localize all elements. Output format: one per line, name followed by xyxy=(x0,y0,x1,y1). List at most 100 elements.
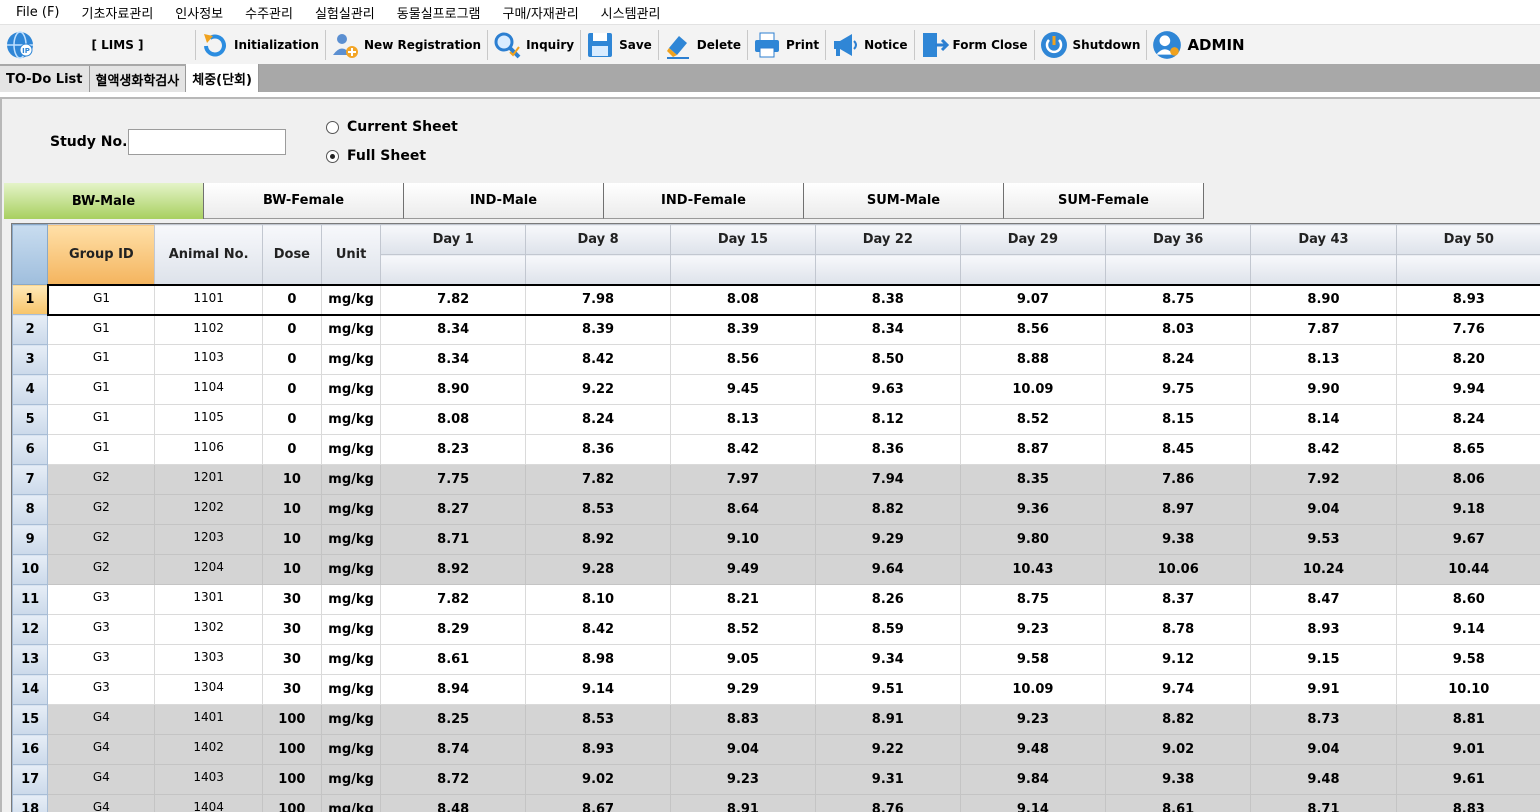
weight-value-cell[interactable]: 8.61 xyxy=(380,644,527,675)
initialization-button[interactable]: Initialization xyxy=(196,25,325,65)
study-no-input[interactable] xyxy=(128,129,286,155)
weight-value-cell[interactable]: 8.78 xyxy=(1105,614,1252,645)
weight-value-cell[interactable]: 8.42 xyxy=(525,614,672,645)
weight-value-cell[interactable]: 8.82 xyxy=(814,494,961,525)
animal-no-cell[interactable]: 1401 xyxy=(154,704,263,735)
weight-value-cell[interactable]: 8.75 xyxy=(959,584,1107,615)
menu-item-purchase[interactable]: 구매/자재관리 xyxy=(503,3,579,22)
row-number-cell[interactable]: 3 xyxy=(12,344,49,375)
form-close-button[interactable]: Form Close xyxy=(915,25,1034,65)
weight-value-cell[interactable]: 8.24 xyxy=(1395,404,1540,435)
weight-value-cell[interactable]: 8.13 xyxy=(670,404,816,435)
weight-value-cell[interactable]: 8.59 xyxy=(814,614,961,645)
weight-value-cell[interactable]: 7.75 xyxy=(380,464,527,495)
weight-value-cell[interactable]: 9.14 xyxy=(525,674,672,705)
header-unit[interactable]: Unit xyxy=(320,224,382,285)
weight-value-cell[interactable]: 9.51 xyxy=(814,674,961,705)
table-row[interactable]: 13 G3 1303 30 mg/kg 8.61 8.98 9.05 9.34 9.58 9.12 9… xyxy=(12,644,1540,675)
animal-no-cell[interactable]: 1301 xyxy=(154,584,263,615)
weight-value-cell[interactable]: 8.24 xyxy=(1105,344,1252,375)
radio-circle-icon[interactable] xyxy=(326,120,339,134)
unit-cell[interactable]: mg/kg xyxy=(320,614,382,645)
table-row[interactable]: 3 G1 1103 0 mg/kg 8.34 8.42 8.56 8.50 8.88 8.24 8.1… xyxy=(12,344,1540,375)
dose-cell[interactable]: 30 xyxy=(261,644,322,675)
weight-value-cell[interactable]: 8.82 xyxy=(1105,704,1252,735)
row-number-cell[interactable]: 2 xyxy=(12,314,49,345)
weight-value-cell[interactable]: 8.39 xyxy=(670,314,816,345)
weight-value-cell[interactable]: 8.14 xyxy=(1250,404,1397,435)
unit-cell[interactable]: mg/kg xyxy=(320,374,382,405)
weight-value-cell[interactable]: 8.56 xyxy=(670,344,816,375)
dose-cell[interactable]: 30 xyxy=(261,674,322,705)
weight-value-cell[interactable]: 8.45 xyxy=(1105,434,1252,465)
weight-value-cell[interactable]: 9.18 xyxy=(1395,494,1540,525)
weight-value-cell[interactable]: 9.23 xyxy=(959,704,1107,735)
weight-value-cell[interactable]: 9.84 xyxy=(959,764,1107,795)
row-number-cell[interactable]: 7 xyxy=(12,464,49,495)
weight-value-cell[interactable]: 8.48 xyxy=(380,794,527,812)
weight-value-cell[interactable]: 8.74 xyxy=(380,734,527,765)
row-number-cell[interactable]: 13 xyxy=(12,644,49,675)
row-number-cell[interactable]: 17 xyxy=(12,764,49,795)
dose-cell[interactable]: 10 xyxy=(261,464,322,495)
row-number-cell[interactable]: 18 xyxy=(12,794,49,812)
weight-value-cell[interactable]: 8.34 xyxy=(380,314,527,345)
weight-value-cell[interactable]: 9.58 xyxy=(959,644,1107,675)
dose-cell[interactable]: 10 xyxy=(261,524,322,555)
weight-value-cell[interactable]: 8.53 xyxy=(525,494,672,525)
header-dose[interactable]: Dose xyxy=(261,224,322,285)
table-row[interactable]: 10 G2 1204 10 mg/kg 8.92 9.28 9.49 9.64 10.43 10.0… xyxy=(12,554,1540,585)
animal-no-cell[interactable]: 1304 xyxy=(154,674,263,705)
animal-no-cell[interactable]: 1303 xyxy=(154,644,263,675)
group-id-cell[interactable]: G1 xyxy=(47,314,156,345)
admin-user-button[interactable]: ADMIN xyxy=(1147,25,1250,65)
menu-item-lab[interactable]: 실험실관리 xyxy=(315,3,375,22)
unit-cell[interactable]: mg/kg xyxy=(320,704,382,735)
weight-value-cell[interactable]: 9.15 xyxy=(1250,644,1397,675)
weight-value-cell[interactable]: 8.25 xyxy=(380,704,527,735)
animal-no-cell[interactable]: 1103 xyxy=(154,344,263,375)
weight-value-cell[interactable]: 7.82 xyxy=(380,283,527,316)
header-day-8[interactable]: Day 8 xyxy=(525,224,672,255)
weight-value-cell[interactable]: 7.92 xyxy=(1250,464,1397,495)
header-day-22[interactable]: Day 22 xyxy=(814,224,961,255)
group-id-cell[interactable]: G3 xyxy=(47,674,156,705)
weight-value-cell[interactable]: 10.09 xyxy=(959,674,1107,705)
header-animal-no[interactable]: Animal No. xyxy=(154,224,263,285)
table-row[interactable]: 1 G1 1101 0 mg/kg 7.82 7.98 8.08 8.38 9.07 8.75 8.9… xyxy=(12,283,1540,316)
table-row[interactable]: 14 G3 1304 30 mg/kg 8.94 9.14 9.29 9.51 10.09 9.74… xyxy=(12,674,1540,705)
weight-value-cell[interactable]: 8.42 xyxy=(525,344,672,375)
row-number-cell[interactable]: 16 xyxy=(12,734,49,765)
full-sheet-radio[interactable]: Full Sheet xyxy=(326,148,426,164)
weight-value-cell[interactable]: 9.04 xyxy=(1250,494,1397,525)
weight-value-cell[interactable]: 8.23 xyxy=(380,434,527,465)
group-id-cell[interactable]: G3 xyxy=(47,644,156,675)
weight-value-cell[interactable]: 10.44 xyxy=(1395,554,1540,585)
weight-value-cell[interactable]: 8.39 xyxy=(525,314,672,345)
row-number-cell[interactable]: 6 xyxy=(12,434,49,465)
tab-ind-female[interactable]: IND-Female xyxy=(604,183,804,219)
weight-value-cell[interactable]: 7.97 xyxy=(670,464,816,495)
weight-value-cell[interactable]: 8.61 xyxy=(1105,794,1252,812)
weight-value-cell[interactable]: 9.53 xyxy=(1250,524,1397,555)
tab-bw-female[interactable]: BW-Female xyxy=(204,183,404,219)
weight-value-cell[interactable]: 8.21 xyxy=(670,584,816,615)
weight-value-cell[interactable]: 7.86 xyxy=(1105,464,1252,495)
weight-value-cell[interactable]: 8.52 xyxy=(670,614,816,645)
weight-value-cell[interactable]: 8.88 xyxy=(959,344,1107,375)
dose-cell[interactable]: 0 xyxy=(261,314,322,345)
table-row[interactable]: 6 G1 1106 0 mg/kg 8.23 8.36 8.42 8.36 8.87 8.45 8.4… xyxy=(12,434,1540,465)
table-row[interactable]: 16 G4 1402 100 mg/kg 8.74 8.93 9.04 9.22 9.48 9.02… xyxy=(12,734,1540,765)
unit-cell[interactable]: mg/kg xyxy=(320,494,382,525)
table-row[interactable]: 2 G1 1102 0 mg/kg 8.34 8.39 8.39 8.34 8.56 8.03 7.8… xyxy=(12,314,1540,345)
weight-value-cell[interactable]: 7.82 xyxy=(380,584,527,615)
animal-no-cell[interactable]: 1201 xyxy=(154,464,263,495)
save-button[interactable]: Save xyxy=(581,25,658,65)
header-day-29[interactable]: Day 29 xyxy=(959,224,1107,255)
unit-cell[interactable]: mg/kg xyxy=(320,464,382,495)
row-number-cell[interactable]: 15 xyxy=(12,704,49,735)
table-row[interactable]: 5 G1 1105 0 mg/kg 8.08 8.24 8.13 8.12 8.52 8.15 8.1… xyxy=(12,404,1540,435)
weight-value-cell[interactable]: 8.53 xyxy=(525,704,672,735)
row-number-cell[interactable]: 5 xyxy=(12,404,49,435)
weight-value-cell[interactable]: 9.10 xyxy=(670,524,816,555)
